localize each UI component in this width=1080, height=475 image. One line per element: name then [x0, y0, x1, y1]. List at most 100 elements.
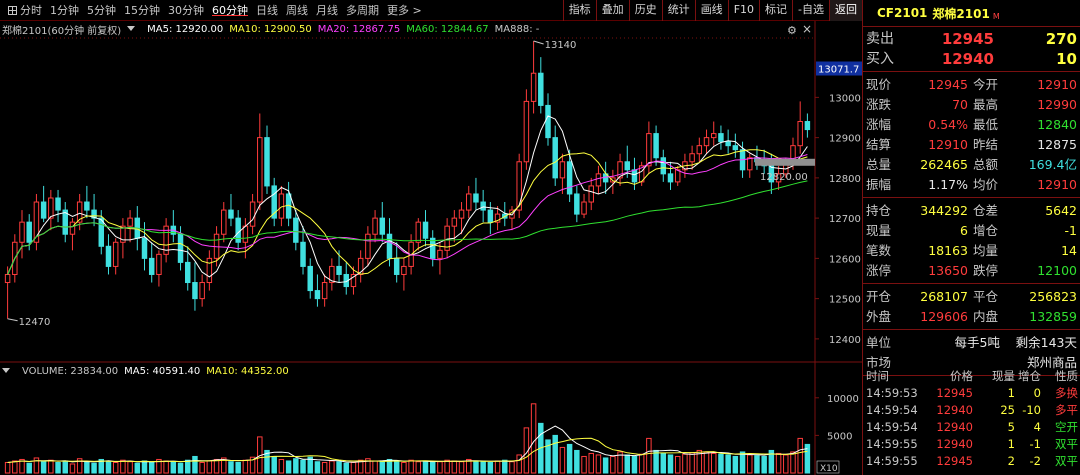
- volume-bar: [566, 443, 573, 474]
- history-button[interactable]: 历史: [628, 0, 662, 21]
- trade-header-cell: 价格: [950, 369, 973, 383]
- candle-body: [141, 237, 148, 259]
- candle-body: [228, 209, 234, 219]
- mark-button[interactable]: 标记: [759, 0, 792, 21]
- volume-bar: [372, 460, 378, 474]
- settings-dropdown[interactable]: [127, 24, 141, 35]
- trade-header: 时间 价格 现量 增仓 性质: [863, 368, 1080, 385]
- turnover: 169.4亿: [1028, 157, 1077, 172]
- volume-bar: [228, 461, 234, 474]
- period-tab-5min[interactable]: 5分钟: [83, 0, 120, 21]
- quote-row: 涨停 13650 跌停 12100: [863, 261, 1080, 281]
- candle-body: [747, 157, 753, 171]
- statistics-button[interactable]: 统计: [661, 0, 695, 21]
- chevron-down-icon: [2, 368, 10, 373]
- volume-bar: [638, 453, 645, 474]
- candle-body: [379, 217, 386, 235]
- candle-body: [199, 282, 205, 300]
- period-tab-daily[interactable]: 日线: [252, 0, 282, 21]
- volume-bar: [293, 458, 299, 474]
- quote-label: 总额: [973, 157, 999, 172]
- bid-label: 买入: [866, 51, 894, 67]
- candle-body: [84, 201, 90, 211]
- period-tab-1min[interactable]: 1分钟: [46, 0, 83, 21]
- period-tab-multi[interactable]: 多周期: [342, 0, 383, 21]
- quote-label: 最高: [973, 97, 999, 112]
- quote-label: 最低: [973, 117, 999, 132]
- trade-nature: 双平: [1055, 437, 1078, 451]
- period-tab-more[interactable]: 更多 >: [383, 0, 426, 21]
- gear-icon[interactable]: ⚙: [787, 25, 798, 36]
- volume-bar: [422, 460, 429, 474]
- period-tab-monthly[interactable]: 月线: [312, 0, 342, 21]
- quote-row: 现量 6 增仓 -1: [863, 221, 1080, 241]
- candle-body: [19, 221, 25, 243]
- trade-volume: 5: [1007, 420, 1015, 434]
- price-legend: 郑棉2101(60分钟 前复权) MA5: 12920.00 MA10: 129…: [2, 22, 545, 37]
- kline-chart[interactable]: 12400 12500 12600 12700 12800 12900 13000 13071…: [0, 21, 862, 475]
- candle-body: [314, 290, 321, 300]
- close-icon[interactable]: ×: [802, 23, 813, 35]
- volume-bar: [552, 434, 558, 474]
- candle-body: [127, 217, 133, 227]
- indicator-button[interactable]: 指标: [562, 0, 596, 21]
- period-tab-30min[interactable]: 30分钟: [164, 0, 208, 21]
- trade-ticker[interactable]: 时间 价格 现量 增仓 性质 14:59:53 12945 1 0 多换 14:59:5…: [863, 368, 1080, 470]
- ask-row[interactable]: 卖出 12945 270: [863, 29, 1080, 49]
- ask-qty: 270: [1045, 30, 1077, 48]
- candle-body: [595, 173, 602, 187]
- volume-bar: [408, 459, 414, 474]
- prev-settle-price: 12875: [1037, 137, 1077, 152]
- remove-watchlist-button[interactable]: -自选: [792, 0, 829, 21]
- limit-down: 12100: [1037, 263, 1077, 278]
- quote-row: 开仓 268107 平仓 256823: [863, 287, 1080, 307]
- open-interest: 344292: [920, 203, 968, 218]
- settle-price: 12910: [928, 137, 968, 152]
- bid-row[interactable]: 买入 12940 10: [863, 49, 1080, 69]
- back-button[interactable]: 返回: [829, 0, 862, 21]
- futures-terminal: 分时 1分钟 5分钟 15分钟 30分钟 60分钟 日线 周线 月线 多周期 更…: [0, 0, 1080, 475]
- quote-label: 昨结: [973, 137, 999, 152]
- ask-label: 卖出: [866, 31, 894, 47]
- volume-bar: [581, 455, 587, 474]
- price-tick-label: 12700: [829, 214, 861, 225]
- position-increase: -1: [1064, 223, 1077, 238]
- candle-body: [458, 209, 465, 219]
- ma5-line: [7, 115, 808, 284]
- draw-line-button[interactable]: 画线: [694, 0, 728, 21]
- quote-label: 增仓: [973, 223, 999, 238]
- period-tab-weekly[interactable]: 周线: [282, 0, 312, 21]
- f10-button[interactable]: F10: [727, 0, 759, 21]
- quote-label: 笔数: [866, 243, 892, 258]
- symbol-code: CF2101: [877, 6, 928, 20]
- volume-bar: [278, 458, 285, 474]
- candle-body: [797, 121, 803, 147]
- volume-bar: [559, 446, 566, 474]
- period-tab-15min[interactable]: 15分钟: [120, 0, 164, 21]
- last-price-label: 12820.00: [760, 172, 808, 183]
- trade-nature: 多换: [1055, 386, 1078, 400]
- candle-body: [429, 237, 436, 259]
- trade-price: 12940: [936, 403, 973, 417]
- volume-dropdown[interactable]: [2, 366, 16, 377]
- candle-body: [112, 241, 119, 267]
- volume-bar: [12, 460, 18, 474]
- volume-value: VOLUME: 23834.00: [22, 365, 119, 377]
- candle-body: [242, 225, 249, 243]
- volume-bar: [271, 455, 277, 474]
- candle-body: [393, 257, 400, 275]
- symbol-header[interactable]: CF2101 郑棉2101 M: [863, 0, 1080, 27]
- candle-body: [480, 201, 486, 211]
- volume-bar: [502, 459, 508, 474]
- period-tab-timeline[interactable]: 分时: [4, 0, 46, 21]
- candle-body: [365, 233, 371, 259]
- open-price: 12910: [1037, 77, 1077, 92]
- volume-bar: [163, 460, 169, 474]
- chevron-down-icon: [127, 26, 136, 31]
- trade-row: 14:59:55 12940 1 -1 双平: [863, 436, 1080, 453]
- quote-label: 现价: [866, 77, 892, 92]
- volume-bar: [127, 461, 133, 474]
- period-tab-60min[interactable]: 60分钟: [208, 0, 252, 21]
- overlay-button[interactable]: 叠加: [595, 0, 629, 21]
- volume-bar: [235, 461, 241, 474]
